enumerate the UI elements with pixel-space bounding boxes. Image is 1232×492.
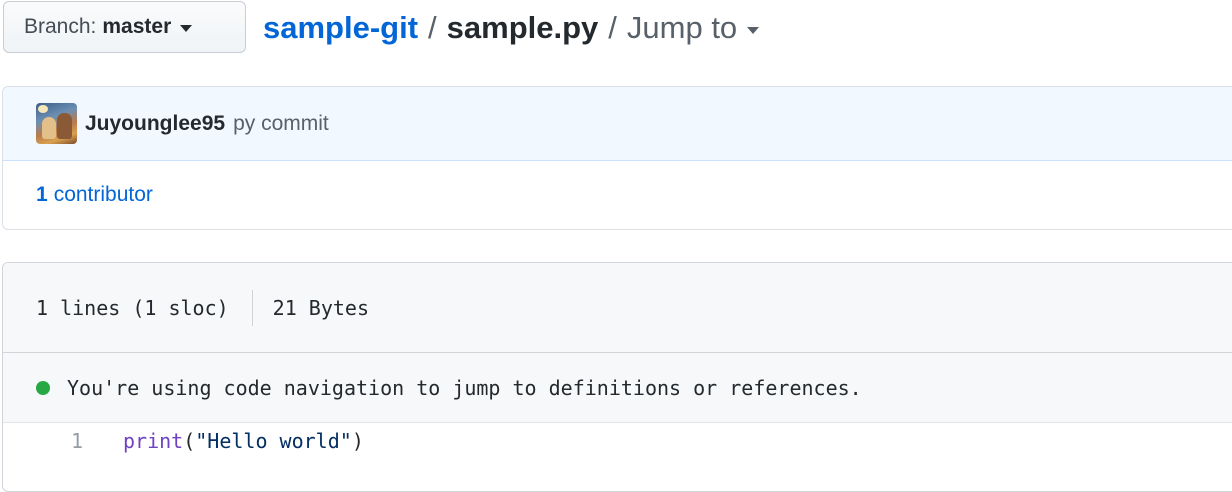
- code-navigation-notice: You're using code navigation to jump to …: [3, 353, 1232, 423]
- file-box: 1 lines (1 sloc) 21 Bytes You're using c…: [2, 262, 1232, 492]
- line-number[interactable]: 1: [3, 429, 87, 453]
- avatar[interactable]: [36, 103, 77, 144]
- contributors-link[interactable]: 1 contributor: [36, 183, 153, 207]
- contributors-count: 1: [36, 183, 48, 206]
- repo-link[interactable]: sample-git: [263, 10, 418, 46]
- file-size: 21 Bytes: [272, 295, 369, 320]
- contributors-label: contributor: [53, 183, 153, 206]
- commit-author-link[interactable]: Juyounglee95: [85, 112, 225, 136]
- jump-to-dropdown[interactable]: Jump to: [626, 10, 760, 46]
- chevron-down-icon: [180, 25, 193, 32]
- file-name: sample.py: [446, 10, 599, 45]
- branch-name: master: [102, 15, 172, 38]
- code-token-paren-open: (: [183, 429, 196, 453]
- breadcrumb-separator: /: [428, 10, 437, 45]
- latest-commit-row: Juyounglee95 py commit: [3, 87, 1232, 161]
- code-token-paren-close: ): [351, 429, 364, 453]
- code-navigation-text: You're using code navigation to jump to …: [67, 375, 862, 400]
- commit-box: Juyounglee95 py commit 1 contributor: [2, 86, 1232, 230]
- jump-to-label: Jump to: [626, 10, 738, 45]
- code-token-string: "Hello world": [195, 429, 352, 453]
- code-token-builtin[interactable]: print: [123, 429, 183, 453]
- code-content: print("Hello world"): [87, 429, 364, 453]
- file-info-header: 1 lines (1 sloc) 21 Bytes: [3, 263, 1232, 353]
- green-dot-icon: [36, 380, 50, 395]
- breadcrumb: sample-git / sample.py / Jump to: [263, 6, 760, 50]
- code-line: 1 print("Hello world"): [3, 423, 1232, 459]
- breadcrumb-separator: /: [608, 10, 617, 45]
- branch-select-button[interactable]: Branch: master: [3, 1, 246, 53]
- contributors-row: 1 contributor: [3, 161, 1232, 229]
- file-info-divider: [251, 289, 253, 326]
- commit-message-link[interactable]: py commit: [233, 112, 329, 136]
- file-lines-info: 1 lines (1 sloc): [36, 295, 229, 320]
- chevron-down-icon: [747, 26, 760, 34]
- branch-prefix-label: Branch:: [24, 15, 97, 38]
- file-navigation: Branch: master sample-git / sample.py / …: [0, 0, 1232, 56]
